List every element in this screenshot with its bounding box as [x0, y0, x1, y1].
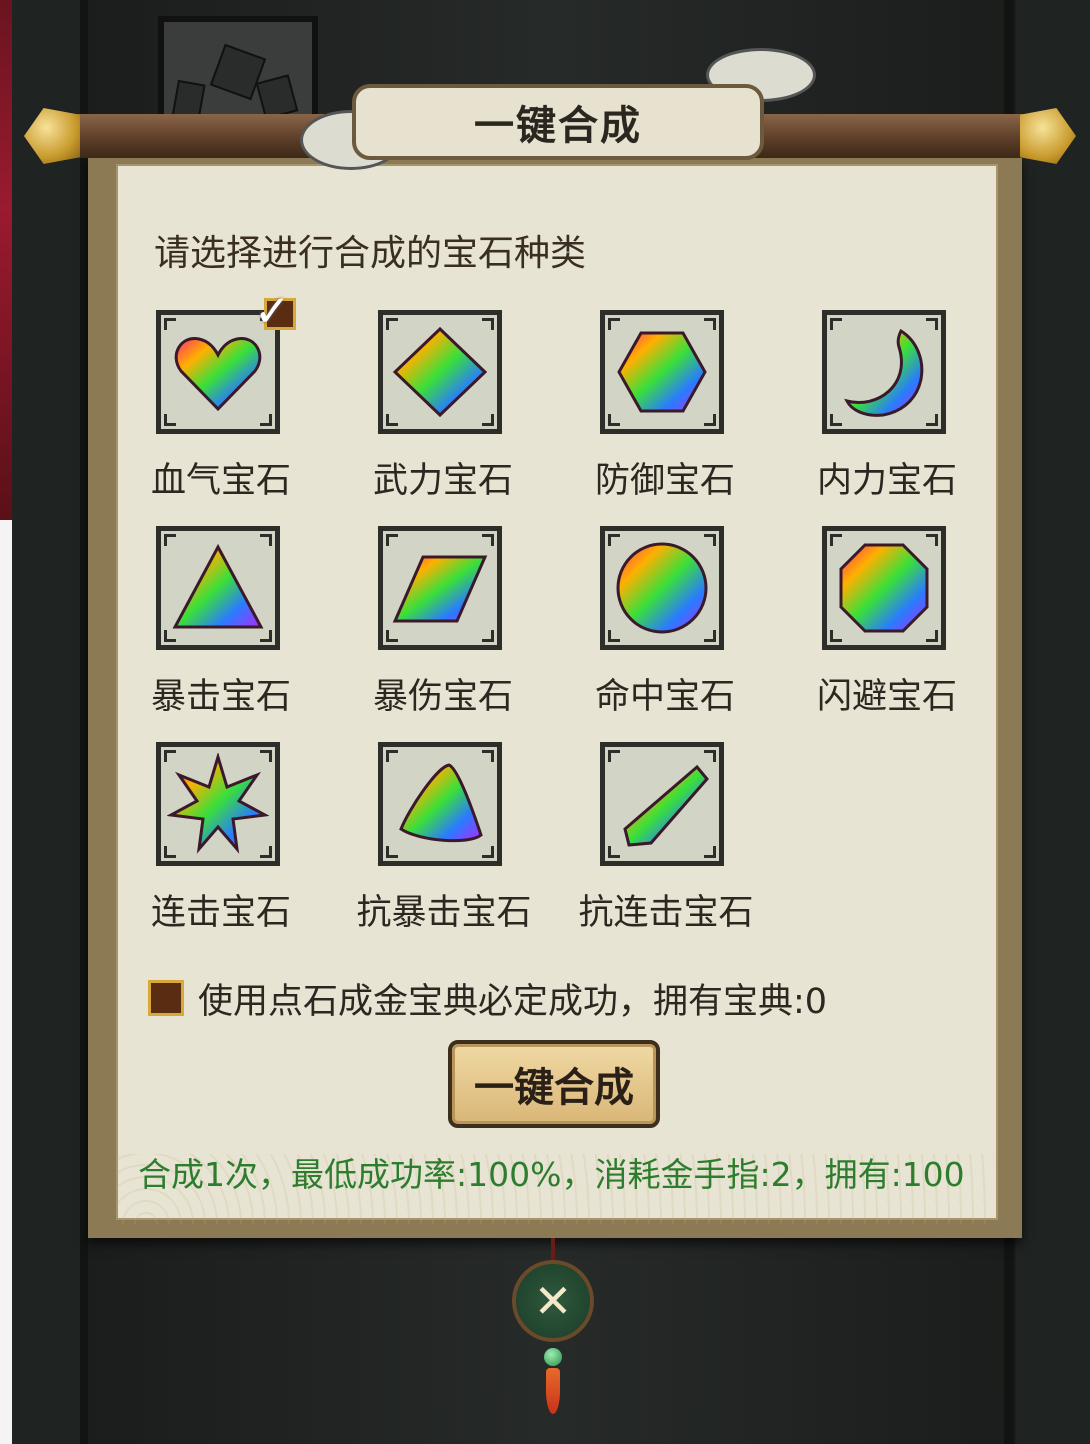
- gem-label: 抗暴击宝石: [356, 893, 532, 933]
- triangle-gem-icon: [172, 543, 264, 629]
- gem-frame: [600, 742, 724, 866]
- gem-label: 抗连击宝石: [578, 893, 754, 933]
- gem-label: 武力宝石: [372, 461, 513, 501]
- gem-label: 内力宝石: [816, 461, 957, 501]
- gem-option[interactable]: 血气宝石: [146, 310, 346, 501]
- crystal-shard-gem-icon: [623, 764, 709, 847]
- gem-frame: [600, 310, 724, 434]
- check-icon: ✓: [254, 286, 291, 337]
- gem-option[interactable]: 暴伤宝石: [368, 526, 568, 717]
- jade-bead: [544, 1348, 562, 1366]
- round-gem-icon: [616, 542, 708, 634]
- gem-frame: [600, 526, 724, 650]
- hexagon-gem-icon: [617, 331, 707, 413]
- gem-frame: [378, 526, 502, 650]
- prompt-text: 请选择进行合成的宝石种类: [154, 233, 587, 274]
- gem-label: 血气宝石: [150, 461, 291, 501]
- gem-option[interactable]: 内力宝石: [812, 310, 1012, 501]
- gem-frame: [156, 526, 280, 650]
- gem-frame: [822, 310, 946, 434]
- gem-frame: [378, 742, 502, 866]
- background-left-red: [0, 0, 12, 520]
- synthesize-button[interactable]: 一键合成: [448, 1040, 660, 1128]
- diamond-gem-icon: [392, 326, 488, 418]
- title-plaque: 一键合成: [352, 84, 764, 160]
- background-edge: [80, 0, 88, 1444]
- gem-label: 命中宝石: [594, 677, 735, 717]
- use-manual-option[interactable]: 使用点石成金宝典必定成功，拥有宝典:0: [148, 974, 827, 1022]
- parallelogram-gem-icon: [392, 555, 488, 623]
- gem-option[interactable]: 命中宝石: [590, 526, 790, 717]
- trillion-gem-icon: [399, 763, 483, 843]
- gem-option[interactable]: 抗暴击宝石: [356, 742, 568, 933]
- rod-cap-right: [1020, 108, 1076, 164]
- background-left-white: [0, 520, 12, 1444]
- crescent-gem-icon: [844, 328, 924, 417]
- dialog-title: 一键合成: [474, 103, 642, 149]
- gem-option[interactable]: 抗连击宝石: [578, 742, 790, 933]
- gem-frame: [822, 526, 946, 650]
- rod-cap-left: [24, 108, 80, 164]
- gem-option[interactable]: 防御宝石: [590, 310, 790, 501]
- use-manual-checkbox[interactable]: [148, 980, 184, 1016]
- gem-label: 防御宝石: [594, 461, 735, 501]
- gem-option[interactable]: 暴击宝石: [146, 526, 346, 717]
- gem-frame: [156, 742, 280, 866]
- gem-label: 连击宝石: [150, 893, 291, 933]
- synthesize-button-label: 一键合成: [474, 1065, 634, 1111]
- gem-label: 闪避宝石: [816, 677, 957, 717]
- gem-label: 暴伤宝石: [372, 677, 513, 717]
- octagon-gem-icon: [839, 543, 929, 633]
- status-text: 合成1次，最低成功率:100%，消耗金手指:2，拥有:100: [138, 1155, 965, 1194]
- gem-label: 暴击宝石: [150, 677, 291, 717]
- star-gem-icon: [167, 753, 269, 854]
- use-manual-label: 使用点石成金宝典必定成功，拥有宝典:0: [198, 981, 828, 1022]
- tassel: [546, 1368, 560, 1414]
- gem-option[interactable]: 武力宝石: [368, 310, 568, 501]
- gem-frame: [378, 310, 502, 434]
- close-button[interactable]: ✕: [512, 1260, 594, 1342]
- gem-option[interactable]: 闪避宝石: [812, 526, 1012, 717]
- gem-option[interactable]: 连击宝石: [146, 742, 346, 933]
- close-icon: ✕: [533, 1274, 573, 1328]
